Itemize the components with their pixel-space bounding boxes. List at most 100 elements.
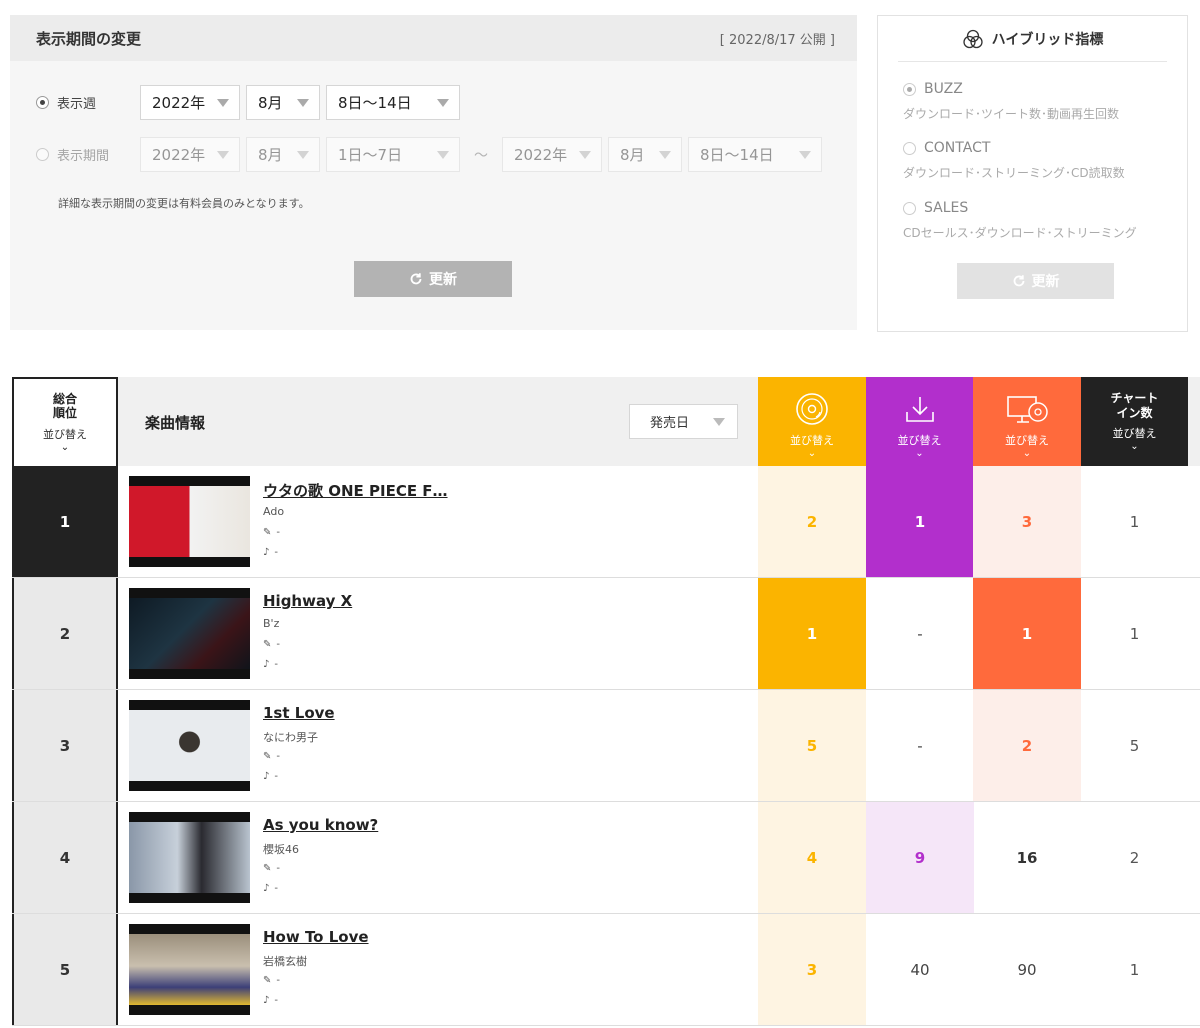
dropdown-caret-icon	[217, 98, 229, 107]
thumbnail-image	[129, 598, 250, 669]
hybrid-option-desc: ダウンロード･ストリーミング･CD読取数	[903, 166, 1125, 180]
week-days-value: 8日〜14日	[338, 94, 412, 112]
song-title-link[interactable]: 1st Love	[263, 704, 335, 722]
member-note: 詳細な表示期間の変更は有料会員のみとなります。	[58, 197, 310, 210]
song-title-link[interactable]: Highway X	[263, 592, 352, 610]
buzz-rank-cell: 2	[758, 466, 866, 577]
range-radio[interactable]: 表示期間	[10, 145, 140, 164]
range-to-month-value: 8月	[620, 146, 645, 164]
hybrid-option-sales[interactable]: SALES CDセールス･ダウンロード･ストリーミング	[903, 200, 1137, 241]
range-to-year-select[interactable]: 2022年	[502, 137, 602, 172]
period-refresh-button[interactable]: 更新	[354, 261, 512, 297]
hybrid-option-desc: ダウンロード･ツイート数･動画再生回数	[903, 107, 1120, 121]
download-rank-cell: 1	[866, 466, 974, 577]
composer-value: -	[274, 883, 278, 894]
dropdown-caret-icon	[437, 98, 449, 107]
table-row[interactable]: 5 How To Love 岩橋玄樹 ✎ - ♪ - 3 40 90 1	[12, 914, 1200, 1026]
header-edge	[1188, 377, 1200, 466]
table-row[interactable]: 1 ウタの歌 ONE PIECE F… Ado ✎ - ♪ - 2 1 3 1	[12, 466, 1200, 578]
rank-header-label: 総合 順位	[52, 391, 77, 420]
composer-value: -	[274, 995, 278, 1006]
hybrid-title: ハイブリッド指標	[991, 31, 1104, 48]
thumbnail-image	[129, 934, 250, 1005]
music-note-icon: ♪	[263, 883, 270, 894]
table-row[interactable]: 3 1st Love なにわ男子 ✎ - ♪ - 5 - 2 5	[12, 690, 1200, 802]
radio-unselected-icon[interactable]	[36, 148, 49, 161]
chart-in-count-cell: 5	[1129, 736, 1140, 755]
week-radio[interactable]: 表示週	[10, 93, 140, 112]
chevron-down-icon: ⌄	[807, 448, 817, 459]
hybrid-option-buzz[interactable]: BUZZ ダウンロード･ツイート数･動画再生回数	[903, 81, 1119, 122]
sort-label: 並び替え	[1005, 434, 1049, 447]
range-from-year-value: 2022年	[152, 146, 206, 164]
chart-in-sort-header[interactable]: チャート イン数 並び替え ⌄	[1081, 377, 1188, 466]
song-title-link[interactable]: ウタの歌 ONE PIECE F…	[263, 480, 448, 501]
table-row[interactable]: 4 As you know? 櫻坂46 ✎ - ♪ - 4 9 16 2	[12, 802, 1200, 914]
publish-date: [ 2022/8/17 公開 ]	[719, 32, 835, 48]
dropdown-caret-icon	[579, 150, 591, 159]
table-row[interactable]: 2 Highway X B'z ✎ - ♪ - 1 - 1 1	[12, 578, 1200, 690]
week-month-value: 8月	[258, 94, 283, 112]
jacket-thumbnail[interactable]	[129, 476, 250, 567]
week-days-select[interactable]: 8日〜14日	[326, 85, 460, 120]
range-to-days-select[interactable]: 8日〜14日	[688, 137, 822, 172]
radio-unselected-icon[interactable]	[903, 201, 916, 215]
week-year-select[interactable]: 2022年	[140, 85, 240, 120]
jacket-thumbnail[interactable]	[129, 700, 250, 791]
radio-unselected-icon[interactable]	[903, 141, 916, 155]
dropdown-caret-icon	[297, 150, 309, 159]
range-from-month-select[interactable]: 8月	[246, 137, 320, 172]
streaming-rank-cell: 1	[973, 578, 1081, 689]
radio-selected-icon[interactable]	[36, 96, 49, 109]
hybrid-option-desc: CDセールス･ダウンロード･ストリーミング	[903, 226, 1137, 240]
jacket-thumbnail[interactable]	[129, 588, 250, 679]
artist-name: Ado	[263, 505, 285, 518]
chart-in-count-cell: 2	[1129, 848, 1140, 867]
music-note-icon: ♪	[263, 659, 270, 670]
range-from-month-value: 8月	[258, 146, 283, 164]
streaming-rank-cell: 16	[1016, 848, 1038, 867]
week-month-select[interactable]: 8月	[246, 85, 320, 120]
music-note-icon: ♪	[263, 771, 270, 782]
pen-icon: ✎	[263, 639, 272, 650]
pen-icon: ✎	[263, 751, 272, 762]
chevron-down-icon: ⌄	[1022, 448, 1032, 459]
dropdown-caret-icon	[437, 150, 449, 159]
hybrid-option-label: SALES	[924, 200, 969, 216]
hybrid-option-contact[interactable]: CONTACT ダウンロード･ストリーミング･CD読取数	[903, 140, 1125, 181]
buzz-rank-cell: 3	[758, 914, 866, 1025]
jacket-thumbnail[interactable]	[129, 924, 250, 1015]
lyricist-value: -	[276, 639, 280, 650]
release-date-sort-select[interactable]: 発売日	[629, 404, 738, 439]
download-rank-cell: -	[917, 624, 923, 643]
streaming-sort-header[interactable]: 並び替え ⌄	[973, 377, 1081, 466]
week-year-value: 2022年	[152, 94, 206, 112]
download-sort-header[interactable]: 並び替え ⌄	[866, 377, 973, 466]
chart-in-count-cell: 1	[1129, 960, 1140, 979]
rank-number: 3	[12, 690, 118, 801]
pen-icon: ✎	[263, 527, 272, 538]
lyricist-line: ✎ -	[263, 639, 280, 650]
radio-selected-icon[interactable]	[903, 82, 916, 96]
composer-line: ♪ -	[263, 547, 278, 558]
chart-page: 表示期間の変更 [ 2022/8/17 公開 ] 表示週 2022年 8月 8日…	[0, 0, 1200, 1028]
streaming-rank-cell: 90	[1017, 960, 1037, 979]
composer-value: -	[274, 659, 278, 670]
hybrid-header: ハイブリッド指標	[898, 16, 1167, 62]
range-to-month-select[interactable]: 8月	[608, 137, 682, 172]
song-title-link[interactable]: How To Love	[263, 928, 369, 946]
music-note-icon: ♪	[263, 547, 270, 558]
rank-sort-header[interactable]: 総合 順位 並び替え ⌄	[12, 377, 118, 466]
rank-number: 4	[12, 802, 118, 913]
period-refresh-label: 更新	[429, 272, 457, 288]
composer-line: ♪ -	[263, 771, 278, 782]
range-from-year-select[interactable]: 2022年	[140, 137, 240, 172]
artist-name: 櫻坂46	[263, 843, 299, 856]
range-from-days-select[interactable]: 1日〜7日	[326, 137, 460, 172]
hybrid-refresh-label: 更新	[1031, 274, 1060, 290]
song-title-link[interactable]: As you know?	[263, 816, 378, 834]
hybrid-refresh-button[interactable]: 更新	[957, 263, 1114, 299]
jacket-thumbnail[interactable]	[129, 812, 250, 903]
artist-name: なにわ男子	[263, 731, 318, 744]
buzz-sort-header[interactable]: 並び替え ⌄	[758, 377, 866, 466]
